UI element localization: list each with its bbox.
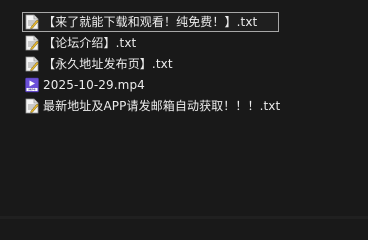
file-item-free-download-txt[interactable]: 【来了就能下载和观看！纯免费！】.txt [22, 12, 279, 32]
svg-text:MP4: MP4 [28, 88, 35, 92]
file-name: 2025-10-29.mp4 [43, 78, 145, 92]
file-name: 【论坛介绍】.txt [43, 36, 137, 50]
text-file-icon [25, 56, 39, 72]
text-file-icon [25, 14, 39, 30]
panel-bottom-edge [0, 216, 368, 219]
video-file-icon: MP4 [25, 77, 39, 93]
file-name: 最新地址及APP请发邮箱自动获取！！！.txt [43, 99, 281, 113]
file-name: 【来了就能下载和观看！纯免费！】.txt [43, 15, 258, 29]
file-item-forum-intro-txt[interactable]: 【论坛介绍】.txt [22, 33, 362, 53]
file-item-permanent-address-txt[interactable]: 【永久地址发布页】.txt [22, 54, 362, 74]
file-list: 【来了就能下载和观看！纯免费！】.txt 【论坛介绍】.txt 【永久地址发布页… [22, 12, 362, 117]
file-item-video-mp4[interactable]: MP4 2025-10-29.mp4 [22, 75, 362, 95]
file-item-latest-address-txt[interactable]: 最新地址及APP请发邮箱自动获取！！！.txt [22, 96, 362, 116]
file-name: 【永久地址发布页】.txt [43, 57, 173, 71]
text-file-icon [25, 35, 39, 51]
file-list-panel: 【来了就能下载和观看！纯免费！】.txt 【论坛介绍】.txt 【永久地址发布页… [0, 0, 368, 219]
text-file-icon [25, 98, 39, 114]
